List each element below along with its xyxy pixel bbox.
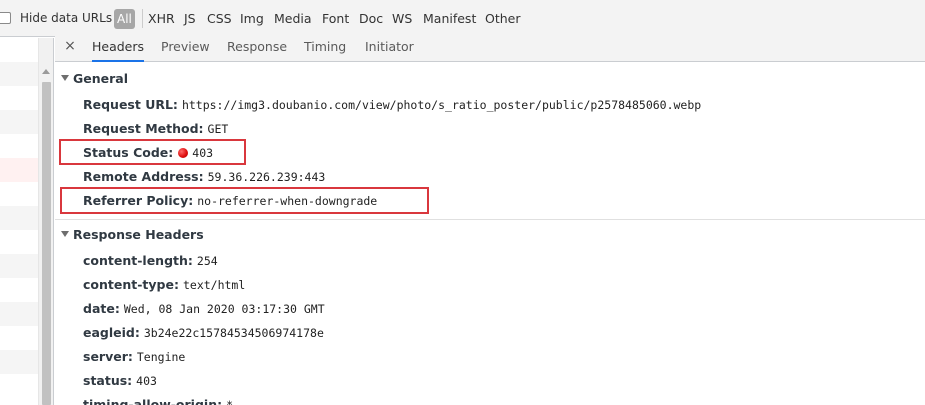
header-value: Wed, 08 Jan 2020 03:17:30 GMT: [123, 302, 325, 316]
tab-headers[interactable]: Headers: [92, 32, 145, 62]
request-row[interactable]: [0, 278, 38, 302]
request-method-row: Request Method: GET: [83, 121, 228, 137]
referrer-policy-highlight-box: [60, 187, 429, 214]
status-code-highlight-box: [59, 139, 246, 165]
headers-pane: General Request URL: https://img3.doubani…: [55, 63, 925, 405]
filter-type-js[interactable]: JS: [184, 11, 196, 27]
header-value: GET: [207, 122, 229, 136]
response-headers-section-title: Response Headers: [73, 227, 204, 242]
header-key: Remote Address:: [83, 169, 204, 184]
header-key: Request Method:: [83, 121, 204, 136]
response-header-row: timing-allow-origin: *: [83, 397, 233, 405]
tab-initiator[interactable]: Initiator: [365, 32, 414, 62]
response-header-row: date: Wed, 08 Jan 2020 03:17:30 GMT: [83, 301, 325, 317]
header-key: content-length:: [83, 253, 193, 268]
header-value: text/html: [182, 278, 246, 292]
general-section-toggle[interactable]: General: [61, 71, 128, 87]
request-list-scrollbar[interactable]: [38, 38, 53, 405]
request-row[interactable]: [0, 38, 38, 62]
close-icon[interactable]: ×: [64, 39, 76, 53]
response-header-row: server: Tengine: [83, 349, 185, 365]
filter-divider: [142, 9, 143, 28]
scroll-up-arrow-icon[interactable]: [42, 69, 50, 74]
tab-preview[interactable]: Preview: [161, 32, 210, 62]
filter-type-img[interactable]: Img: [240, 11, 264, 27]
filter-type-xhr[interactable]: XHR: [148, 11, 175, 27]
expand-triangle-icon: [61, 230, 69, 237]
request-row-error[interactable]: [0, 158, 38, 182]
header-value: *: [226, 398, 234, 405]
request-row[interactable]: [0, 86, 38, 110]
hide-data-urls-toggle[interactable]: Hide data URLs: [0, 11, 112, 25]
expand-triangle-icon: [61, 74, 69, 81]
header-key: server:: [83, 349, 133, 364]
header-value: 3b24e22c15784534506974178e: [143, 326, 324, 340]
header-key: date:: [83, 301, 120, 316]
filter-type-ws[interactable]: WS: [392, 11, 412, 27]
request-row[interactable]: [0, 230, 38, 254]
request-row[interactable]: [0, 350, 38, 374]
request-row[interactable]: [0, 62, 38, 86]
request-url-row: Request URL: https://img3.doubanio.com/vi…: [83, 97, 701, 113]
filter-type-all[interactable]: All: [114, 9, 135, 29]
header-key: Request URL:: [83, 97, 178, 112]
hide-data-urls-label: Hide data URLs: [20, 11, 113, 25]
general-section-title: General: [73, 71, 128, 86]
tab-response[interactable]: Response: [227, 32, 287, 62]
header-value: 403: [136, 374, 157, 388]
header-value: Tengine: [136, 350, 186, 364]
scrollbar-thumb[interactable]: [42, 82, 51, 405]
header-key: eagleid:: [83, 325, 140, 340]
request-row[interactable]: [0, 326, 38, 350]
response-headers-section-toggle[interactable]: Response Headers: [61, 227, 204, 243]
detail-tabs: × Headers Preview Response Timing Initia…: [55, 32, 925, 62]
response-header-row: content-length: 254: [83, 253, 218, 269]
header-key: timing-allow-origin:: [83, 397, 223, 405]
header-value: 254: [196, 254, 218, 268]
filter-type-other[interactable]: Other: [485, 11, 521, 27]
request-row[interactable]: [0, 374, 38, 398]
request-row[interactable]: [0, 182, 38, 206]
hide-data-urls-checkbox[interactable]: [0, 12, 11, 24]
header-value: 59.36.226.239:443: [207, 170, 326, 184]
remote-address-row: Remote Address: 59.36.226.239:443: [83, 169, 325, 185]
filter-type-css[interactable]: CSS: [207, 11, 232, 27]
request-list: [0, 38, 54, 405]
header-value: https://img3.doubanio.com/view/photo/s_r…: [181, 98, 702, 112]
request-row[interactable]: [0, 134, 38, 158]
response-header-row: content-type: text/html: [83, 277, 245, 293]
filter-type-doc[interactable]: Doc: [359, 11, 383, 27]
header-key: status:: [83, 373, 133, 388]
section-divider: [55, 219, 925, 220]
filter-type-manifest[interactable]: Manifest: [423, 11, 476, 27]
header-key: content-type:: [83, 277, 179, 292]
filter-type-font[interactable]: Font: [322, 11, 349, 27]
tab-timing[interactable]: Timing: [304, 32, 346, 62]
request-row[interactable]: [0, 110, 38, 134]
response-header-row: eagleid: 3b24e22c15784534506974178e: [83, 325, 324, 341]
response-header-row: status: 403: [83, 373, 157, 389]
request-row[interactable]: [0, 302, 38, 326]
request-row[interactable]: [0, 206, 38, 230]
filter-type-media[interactable]: Media: [274, 11, 312, 27]
request-row[interactable]: [0, 254, 38, 278]
